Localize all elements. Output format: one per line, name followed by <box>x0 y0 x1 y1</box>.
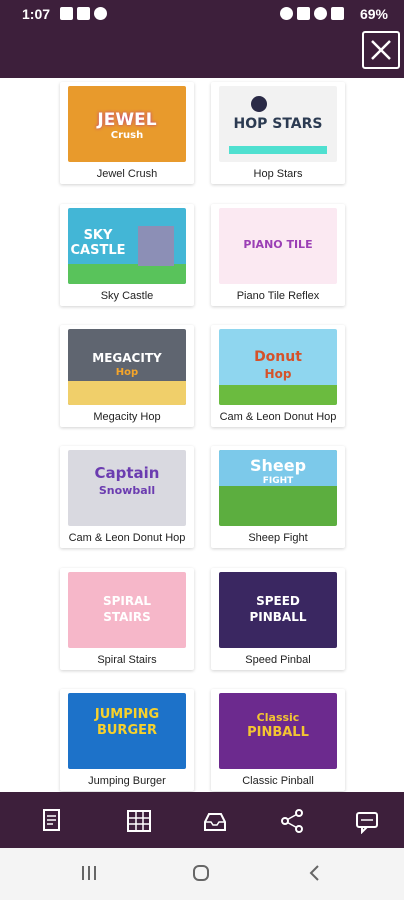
games-grid: JEWEL Crush Jewel Crush HOP STARS Hop St… <box>0 78 404 792</box>
game-title: Piano Tile Reflex <box>236 290 320 302</box>
status-time: 1:07 <box>22 6 51 22</box>
chat-icon <box>356 812 378 835</box>
game-title: Cam & Leon Donut Hop <box>219 411 337 423</box>
grid-icon <box>127 810 151 832</box>
chat-button[interactable] <box>354 808 380 835</box>
game-card[interactable]: MEGACITY Hop Megacity Hop <box>60 325 194 427</box>
status-bar: 1:07 69% <box>0 0 404 28</box>
wifi-icon <box>314 7 327 20</box>
game-card[interactable]: Donut Hop Cam & Leon Donut Hop <box>211 325 345 427</box>
system-nav-bar <box>0 848 404 900</box>
home-button[interactable] <box>192 864 210 887</box>
game-thumbnail: MEGACITY Hop <box>68 329 186 405</box>
game-thumbnail: JEWEL Crush <box>68 86 186 162</box>
game-thumbnail: Sheep FIGHT <box>219 450 337 526</box>
document-icon <box>43 809 60 831</box>
game-thumbnail: Classic PINBALL <box>219 693 337 769</box>
game-card[interactable]: PIANO TILE Piano Tile Reflex <box>211 204 345 306</box>
calendar-icon <box>77 7 90 20</box>
game-card[interactable]: Captain Snowball Cam & Leon Donut Hop <box>60 446 194 548</box>
game-title: Speed Pinbal <box>245 654 311 666</box>
home-icon <box>193 865 209 881</box>
inbox-icon <box>204 813 226 831</box>
signal-icon <box>331 7 344 20</box>
mute-icon <box>297 7 310 20</box>
game-title: Cam & Leon Donut Hop <box>68 532 186 544</box>
close-icon <box>371 40 391 60</box>
game-title: Hop Stars <box>253 168 303 180</box>
game-title: Megacity Hop <box>93 411 161 423</box>
game-thumbnail: PIANO TILE <box>219 208 337 284</box>
game-thumbnail: SKY CASTLE <box>68 208 186 284</box>
game-card[interactable]: SPIRAL STAIRS Spiral Stairs <box>60 568 194 670</box>
game-title: Sky Castle <box>100 290 154 302</box>
document-button[interactable] <box>39 808 65 834</box>
share-button[interactable] <box>279 808 305 834</box>
image-icon <box>60 7 73 20</box>
share-icon <box>281 809 303 833</box>
bottom-toolbar <box>0 792 404 848</box>
game-title: Sheep Fight <box>248 532 308 544</box>
back-button[interactable] <box>306 864 324 887</box>
game-card[interactable]: JUMPING BURGER Jumping Burger <box>60 689 194 791</box>
grid-button[interactable] <box>126 808 152 834</box>
game-thumbnail: Captain Snowball <box>68 450 186 526</box>
battery-text: 69% <box>359 6 388 22</box>
lock-icon <box>94 7 107 20</box>
game-title: Classic Pinball <box>242 775 314 787</box>
close-button[interactable] <box>362 31 400 69</box>
game-card[interactable]: SPEED PINBALL Speed Pinbal <box>211 568 345 670</box>
game-card[interactable]: JEWEL Crush Jewel Crush <box>60 82 194 184</box>
game-thumbnail: SPEED PINBALL <box>219 572 337 648</box>
game-card[interactable]: Classic PINBALL Classic Pinball <box>211 689 345 791</box>
game-card[interactable]: HOP STARS Hop Stars <box>211 82 345 184</box>
game-thumbnail: Donut Hop <box>219 329 337 405</box>
game-thumbnail: JUMPING BURGER <box>68 693 186 769</box>
header <box>0 28 404 78</box>
game-thumbnail: HOP STARS <box>219 86 337 162</box>
back-icon <box>309 865 319 881</box>
inbox-button[interactable] <box>202 808 228 834</box>
game-title: Jewel Crush <box>96 168 158 180</box>
game-thumbnail: SPIRAL STAIRS <box>68 572 186 648</box>
game-title: Spiral Stairs <box>97 654 157 666</box>
alarm-icon <box>280 7 293 20</box>
game-title: Jumping Burger <box>88 775 166 787</box>
game-card[interactable]: Sheep FIGHT Sheep Fight <box>211 446 345 548</box>
recents-icon <box>82 866 96 880</box>
game-card[interactable]: SKY CASTLE Sky Castle <box>60 204 194 306</box>
recents-button[interactable] <box>80 864 98 887</box>
